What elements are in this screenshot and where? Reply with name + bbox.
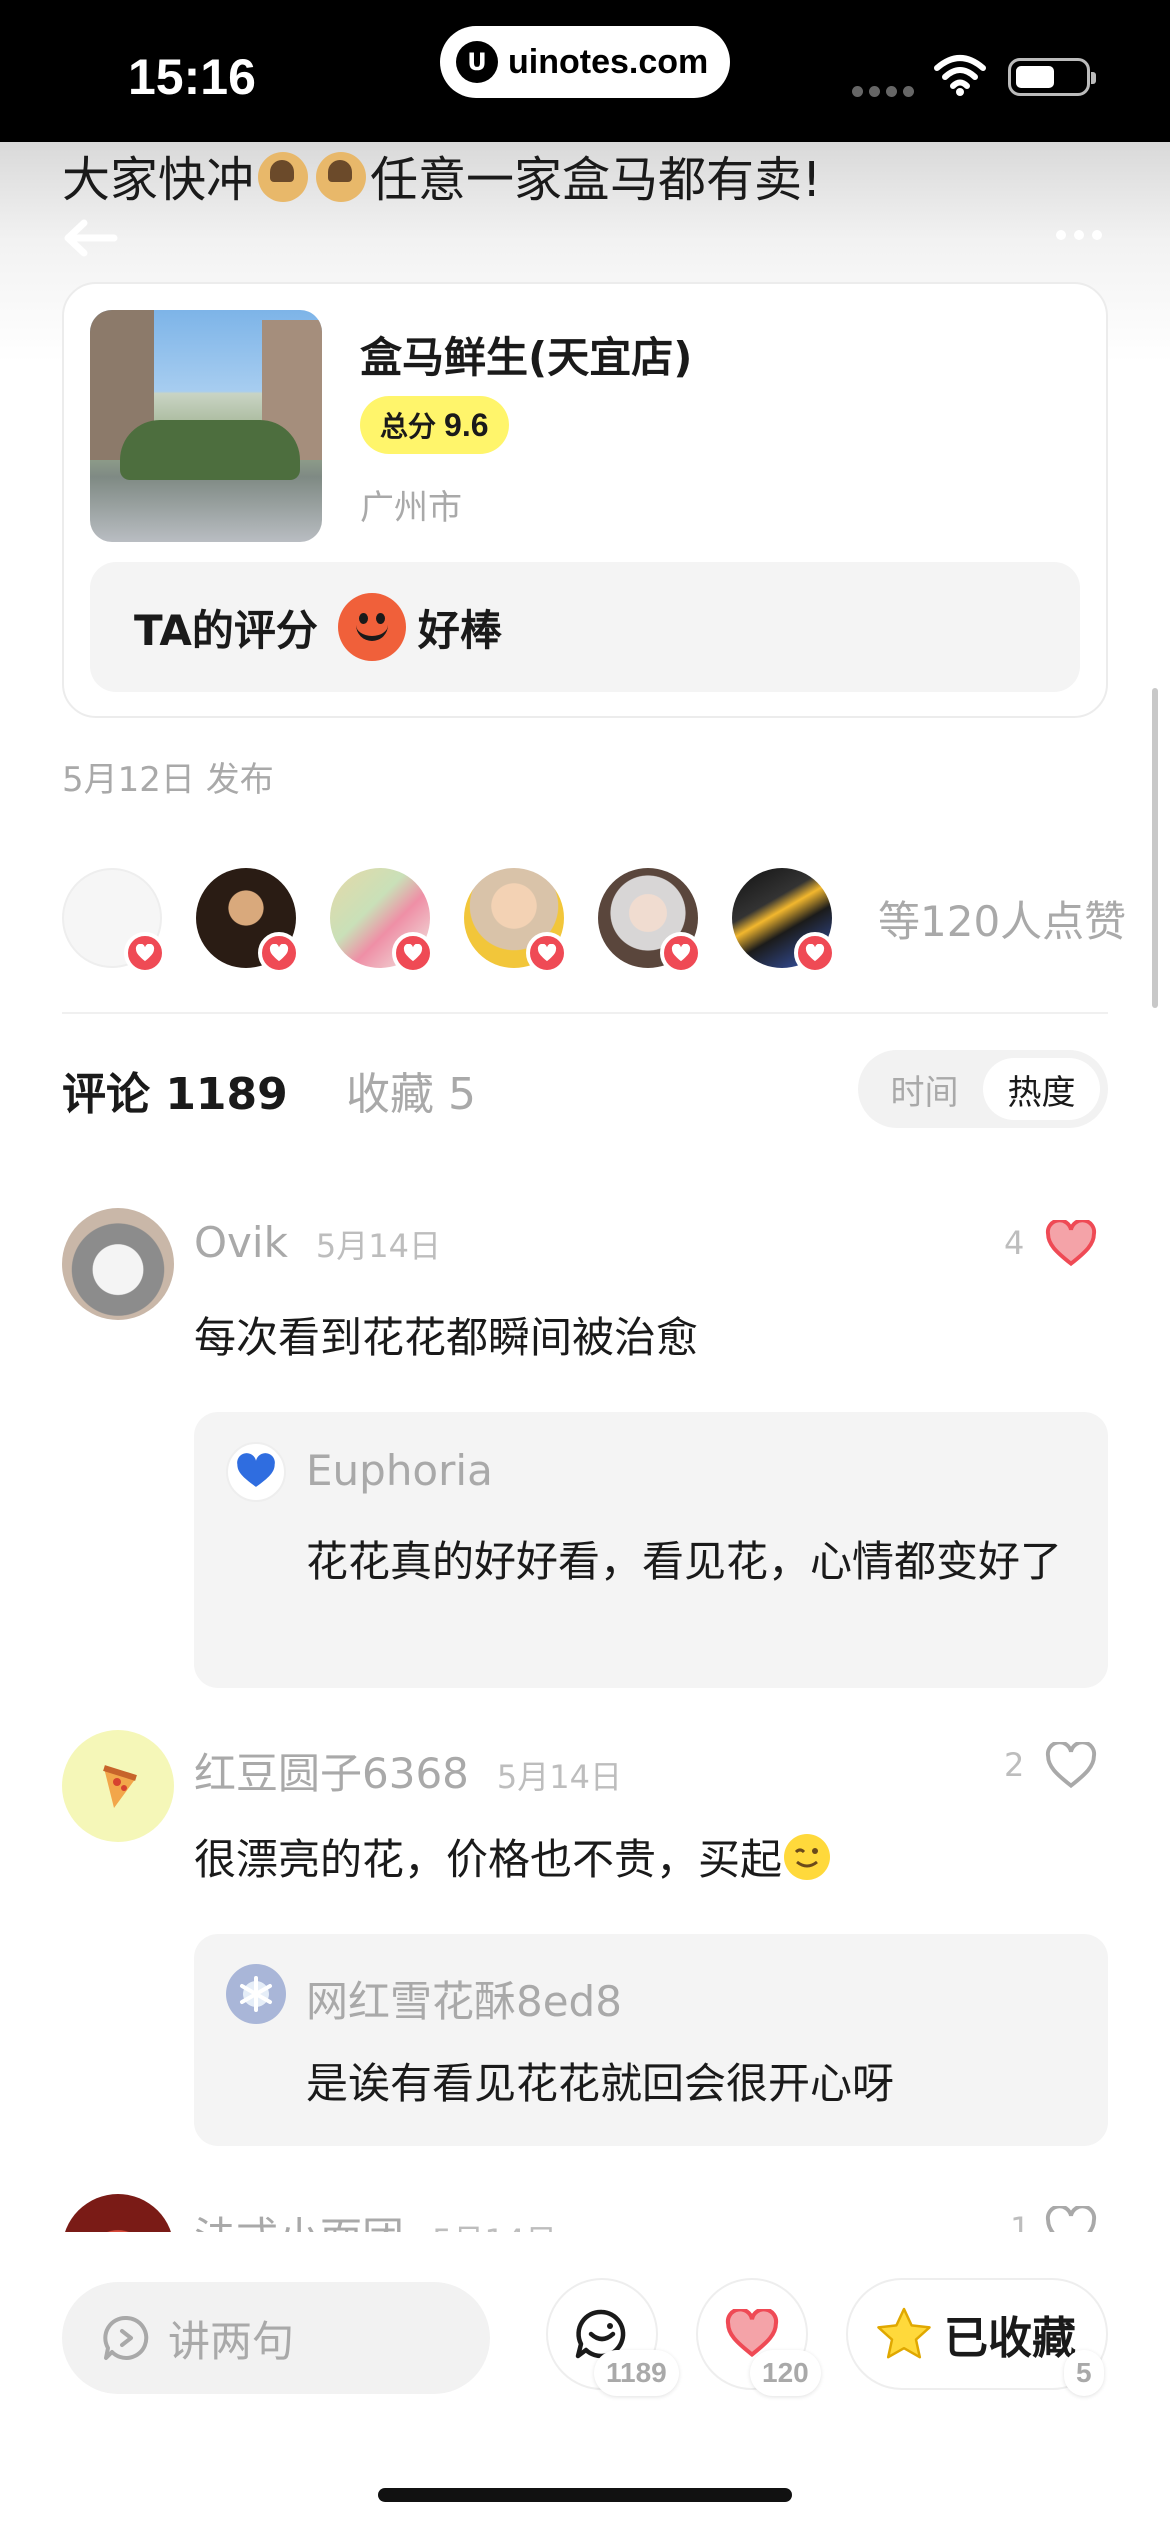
- comment-date: 5月14日: [315, 1227, 441, 1265]
- comment-text: 很漂亮的花，价格也不贵，买起: [194, 1826, 832, 1887]
- person-raising-hand-icon: [316, 152, 367, 202]
- store-photo: [90, 310, 322, 542]
- liker-avatars[interactable]: [62, 868, 836, 974]
- comment-like-count: 2: [1004, 1746, 1025, 1784]
- score-value: 9.6: [444, 406, 489, 443]
- user-rating-row: TA的评分 好棒: [90, 562, 1080, 692]
- score-label: 总分: [380, 410, 437, 443]
- comment-input[interactable]: 讲两句: [62, 2282, 490, 2394]
- sort-toggle[interactable]: 时间 热度: [858, 1050, 1108, 1128]
- winking-face-icon: [784, 1834, 831, 1880]
- comment-user[interactable]: 红豆圆子6368 5月14日: [194, 1740, 622, 1801]
- heart-icon: [794, 932, 836, 974]
- reply-avatar: [226, 1442, 286, 1502]
- status-time: 15:16: [128, 49, 256, 105]
- rating-value: 好棒: [417, 605, 502, 655]
- divider: [62, 1012, 1108, 1014]
- publish-date: 5月12日 发布: [62, 760, 274, 800]
- heart-outline-icon[interactable]: [1044, 1742, 1098, 1790]
- sort-by-time[interactable]: 时间: [866, 1058, 983, 1120]
- comments-count-badge: 1189: [594, 2350, 679, 2396]
- star-icon: [877, 2307, 931, 2359]
- home-indicator[interactable]: [378, 2488, 792, 2502]
- sort-by-hot[interactable]: 热度: [983, 1058, 1100, 1120]
- scrollbar[interactable]: [1152, 688, 1158, 1008]
- reply-username[interactable]: 网红雪花酥8ed8: [306, 1968, 622, 2029]
- store-name: 盒马鲜生(天宜店): [360, 333, 693, 382]
- comment-username: Ovik: [194, 1218, 288, 1267]
- liker-avatar[interactable]: [196, 868, 300, 974]
- comment-avatar[interactable]: [62, 1208, 174, 1320]
- reply-text: 是诶有看见花花就回会很开心呀: [306, 2059, 895, 2108]
- comment-like-count: 4: [1004, 1224, 1025, 1262]
- rating-label: TA的评分: [134, 605, 318, 655]
- post-title-start: 大家快冲: [62, 152, 255, 208]
- wifi-icon: [934, 55, 986, 96]
- comment-avatar[interactable]: [62, 1730, 174, 1842]
- url-pill[interactable]: U uinotes.com: [440, 26, 730, 98]
- store-card[interactable]: 盒马鲜生(天宜店) 总分 9.6 广州市 TA的评分 好棒: [62, 282, 1108, 718]
- comment-date: 5月14日: [496, 1758, 622, 1796]
- heart-icon: [660, 932, 702, 974]
- reply-box[interactable]: 网红雪花酥8ed8 是诶有看见花花就回会很开心呀: [194, 1934, 1108, 2146]
- score-badge: 总分 9.6: [360, 396, 509, 454]
- liker-avatar[interactable]: [732, 868, 836, 974]
- cellular-signal-icon: [852, 86, 914, 97]
- comment-input-placeholder: 讲两句: [168, 2316, 295, 2366]
- url-text: uinotes.com: [508, 42, 709, 81]
- comment-user[interactable]: Ovik 5月14日: [194, 1218, 441, 1267]
- likes-count-badge: 120: [750, 2350, 821, 2396]
- reply-box[interactable]: Euphoria 花花真的好好看，看见花，心情都变好了: [194, 1412, 1108, 1688]
- collect-label: 已收藏: [944, 2313, 1076, 2364]
- reply-avatar: [226, 1964, 286, 2024]
- likes-count[interactable]: 等120人点赞: [878, 888, 1126, 949]
- more-options-icon[interactable]: [1056, 230, 1102, 240]
- reply-username[interactable]: Euphoria: [306, 1446, 493, 1495]
- tab-comments[interactable]: 评论 1189: [62, 1058, 288, 1122]
- smiley-face-icon: [337, 593, 406, 661]
- comment-bubble-icon: [103, 2315, 149, 2360]
- comment-text: 每次看到花花都瞬间被治愈: [194, 1313, 699, 1362]
- liker-avatar[interactable]: [598, 868, 702, 974]
- heart-icon: [392, 932, 434, 974]
- heart-icon: [258, 932, 300, 974]
- back-arrow-icon[interactable]: [62, 218, 118, 258]
- heart-icon[interactable]: [1044, 1220, 1098, 1268]
- site-logo-icon: U: [456, 41, 498, 83]
- heart-icon: [124, 932, 166, 974]
- store-city: 广州市: [360, 488, 462, 528]
- person-raising-hand-icon: [258, 152, 309, 202]
- liker-avatar[interactable]: [330, 868, 434, 974]
- heart-icon: [526, 932, 568, 974]
- post-title: 大家快冲 任意一家盒马都有卖!: [62, 140, 821, 210]
- bottom-action-bar: 讲两句 1189 120 已收藏 5: [0, 2232, 1170, 2532]
- tab-favorites[interactable]: 收藏 5: [346, 1058, 476, 1122]
- battery-icon: [1008, 58, 1096, 96]
- status-bar: 15:16 U uinotes.com: [0, 0, 1170, 142]
- comment-username: 红豆圆子6368: [194, 1749, 469, 1798]
- collect-count-badge: 5: [1064, 2350, 1104, 2396]
- reply-text: 花花真的好好看，看见花，心情都变好了: [306, 1537, 1063, 1586]
- liker-avatar[interactable]: [62, 868, 166, 974]
- liker-avatar[interactable]: [464, 868, 568, 974]
- comment-text-body: 很漂亮的花，价格也不贵，买起: [194, 1835, 783, 1884]
- post-title-end: 任意一家盒马都有卖!: [370, 152, 822, 208]
